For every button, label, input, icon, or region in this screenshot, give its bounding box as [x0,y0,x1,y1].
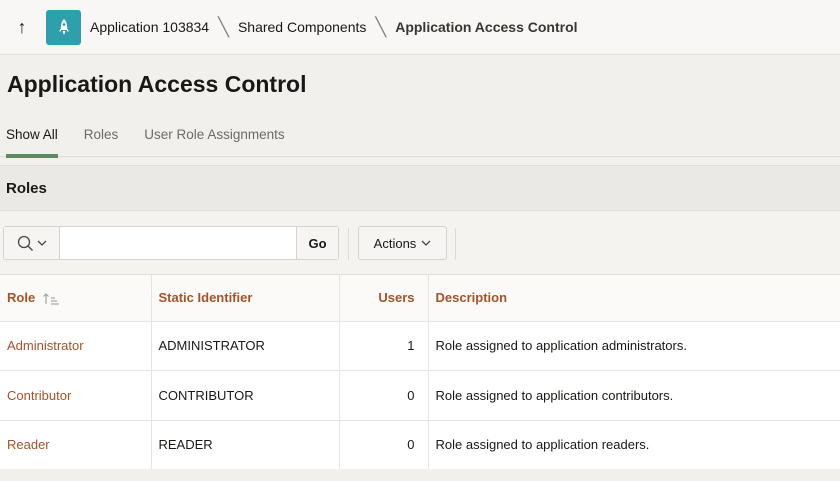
column-header-label: Role [7,289,36,305]
breadcrumb-current: Application Access Control [395,19,578,35]
toolbar-divider [455,228,456,260]
users-count-cell: 0 [339,370,429,421]
chevron-down-icon [421,240,431,246]
column-header-users[interactable]: Users [339,275,429,322]
column-header-description[interactable]: Description [428,275,840,322]
static-identifier-cell: READER [151,420,340,470]
description-cell: Role assigned to application readers. [428,420,840,470]
column-header-static-identifier[interactable]: Static Identifier [151,275,340,322]
search-bar: Go [3,226,339,260]
rocket-icon [58,19,69,35]
up-arrow-button[interactable]: ↑ [0,0,44,55]
static-identifier-cell: ADMINISTRATOR [151,321,340,371]
table-row: Contributor CONTRIBUTOR 0 Role assigned … [0,370,840,421]
breadcrumb-separator: ╲ [375,16,387,37]
roles-table: Role Static Identifier Users Description… [0,275,840,470]
table-row: Administrator ADMINISTRATOR 1 Role assig… [0,321,840,371]
users-count-cell: 0 [339,420,429,470]
chevron-down-icon [37,240,46,246]
section-title: Roles [6,180,47,197]
app-icon[interactable] [46,9,81,45]
actions-label: Actions [373,235,417,251]
go-button[interactable]: Go [296,227,338,259]
tab-user-role-assignments[interactable]: User Role Assignments [144,116,284,157]
roles-report: Role Static Identifier Users Description… [0,274,840,470]
breadcrumb-bar: ↑ Application 103834 ╲ Shared Components… [0,0,840,55]
description-cell: Role assigned to application contributor… [428,370,840,421]
users-count-cell: 1 [339,321,429,371]
section-header [0,165,840,211]
column-header-role[interactable]: Role [0,275,152,322]
table-row: Reader READER 0 Role assigned to applica… [0,420,840,470]
page-footer-strip [0,469,840,481]
page-title: Application Access Control [7,71,307,97]
breadcrumb-shared-components[interactable]: Shared Components [238,19,366,35]
role-link-reader[interactable]: Reader [0,420,152,470]
breadcrumb-application[interactable]: Application 103834 [90,19,209,35]
search-column-menu[interactable] [4,227,60,259]
role-link-administrator[interactable]: Administrator [0,321,152,371]
search-icon [17,235,33,251]
search-input[interactable] [60,227,296,259]
toolbar-divider [348,228,349,260]
tab-show-all[interactable]: Show All [6,116,58,158]
breadcrumb-separator: ╲ [218,16,229,37]
sort-ascending-icon [42,292,59,305]
tab-roles[interactable]: Roles [84,116,119,157]
table-header-row: Role Static Identifier Users Description [0,275,840,322]
tab-bar: Show All Roles User Role Assignments [0,116,840,158]
description-cell: Role assigned to application administrat… [428,321,840,371]
role-link-contributor[interactable]: Contributor [0,370,152,421]
actions-button[interactable]: Actions [358,226,447,260]
static-identifier-cell: CONTRIBUTOR [151,370,340,421]
